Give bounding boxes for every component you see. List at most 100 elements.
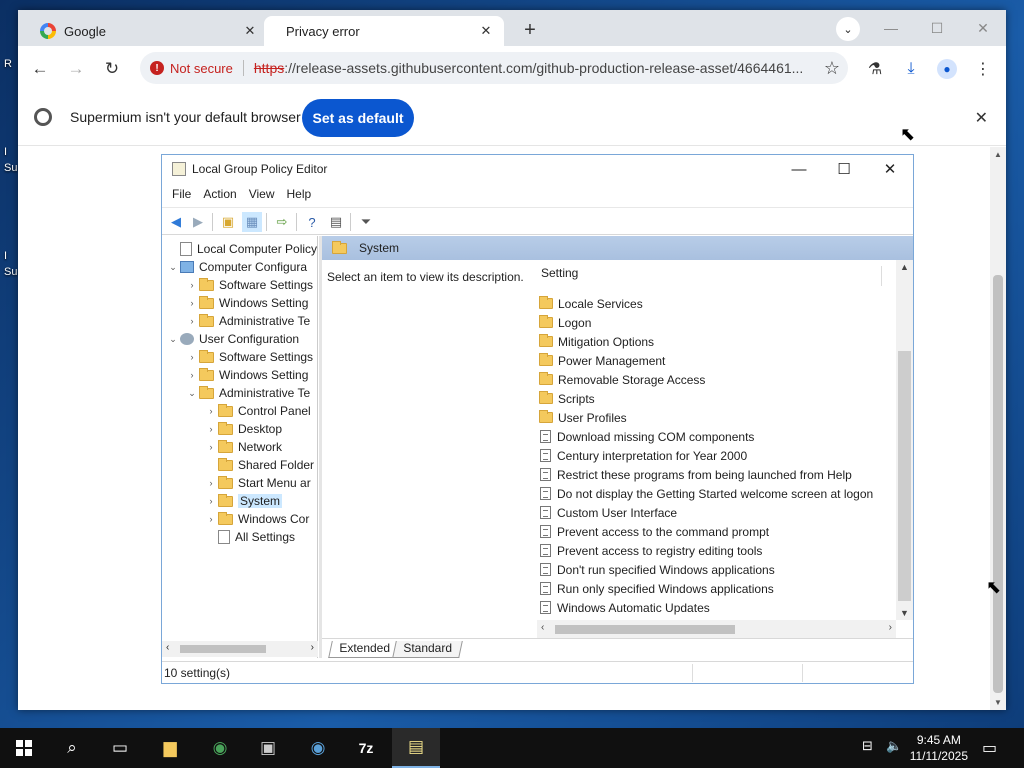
start-button[interactable] bbox=[0, 728, 48, 768]
back-button[interactable]: ← bbox=[27, 56, 53, 82]
browser-icon[interactable]: ◉ bbox=[294, 728, 342, 768]
settings-folder-item[interactable]: Locale Services bbox=[539, 294, 643, 313]
settings-folder-item[interactable]: Removable Storage Access bbox=[539, 370, 705, 389]
tree-node[interactable]: › Windows Setting bbox=[185, 366, 308, 384]
chevron-right-icon[interactable]: › bbox=[185, 280, 199, 290]
forward-arrow-icon[interactable]: ▶ bbox=[188, 212, 208, 232]
address-bar[interactable]: ! Not secure https ://release-assets.git… bbox=[140, 52, 848, 84]
close-window-button[interactable]: ✕ bbox=[968, 16, 998, 40]
up-folder-icon[interactable]: ▣ bbox=[218, 212, 238, 232]
menu-kebab-icon[interactable]: ⋮ bbox=[970, 56, 996, 82]
tab-search-button[interactable]: ⌄ bbox=[836, 17, 860, 41]
tree-horizontal-scrollbar[interactable]: ‹ › bbox=[162, 641, 318, 657]
terminal-icon[interactable]: ▣ bbox=[244, 728, 292, 768]
chevron-right-icon[interactable]: › bbox=[204, 406, 218, 416]
scrollbar-thumb[interactable] bbox=[993, 275, 1003, 693]
chevron-right-icon[interactable]: › bbox=[204, 496, 218, 506]
help-icon[interactable]: ? bbox=[302, 212, 322, 232]
tree-node[interactable]: Local Computer Policy bbox=[166, 240, 317, 258]
show-hide-tree-icon[interactable]: ▦ bbox=[242, 212, 262, 232]
network-icon[interactable]: ⊟ bbox=[862, 738, 873, 754]
gpedit-close-button[interactable]: ✕ bbox=[870, 158, 910, 180]
scrollbar-thumb[interactable] bbox=[180, 645, 266, 653]
not-secure-chip[interactable]: Not secure bbox=[170, 61, 233, 76]
list-horizontal-scrollbar[interactable]: ‹ › bbox=[537, 620, 896, 638]
reload-button[interactable]: ↻ bbox=[99, 56, 125, 82]
policy-setting-item[interactable]: Run only specified Windows applications bbox=[539, 579, 774, 598]
tree-node[interactable]: Shared Folder bbox=[204, 456, 314, 474]
tree-node[interactable]: › Software Settings bbox=[185, 348, 313, 366]
tree-node[interactable]: › Windows Setting bbox=[185, 294, 308, 312]
tree-node[interactable]: › Start Menu ar bbox=[204, 474, 311, 492]
chevron-down-icon[interactable]: ⌄ bbox=[166, 334, 180, 345]
chevron-right-icon[interactable]: › bbox=[204, 478, 218, 488]
maximize-button[interactable]: ☐ bbox=[922, 16, 952, 40]
policy-tree[interactable]: Local Computer Policy ⌄ Computer Configura… bbox=[162, 236, 318, 658]
bookmark-star-icon[interactable]: ☆ bbox=[824, 58, 840, 79]
chevron-right-icon[interactable]: › bbox=[185, 352, 199, 362]
policy-setting-item[interactable]: Prevent access to the command prompt bbox=[539, 522, 769, 541]
tree-node[interactable]: All Settings bbox=[204, 528, 295, 546]
scroll-right-icon[interactable]: › bbox=[311, 642, 314, 653]
menu-file[interactable]: File bbox=[166, 183, 197, 207]
menu-action[interactable]: Action bbox=[197, 183, 242, 207]
tree-node[interactable]: › System bbox=[204, 492, 283, 510]
forward-button[interactable]: → bbox=[63, 56, 89, 82]
tab-extended[interactable]: Extended bbox=[328, 641, 401, 658]
file-explorer-icon[interactable]: ▆ bbox=[146, 728, 194, 768]
task-view-icon[interactable]: ▭ bbox=[96, 728, 144, 768]
scroll-up-icon[interactable]: ▲ bbox=[896, 262, 913, 272]
gpedit-minimize-button[interactable]: — bbox=[779, 158, 819, 180]
policy-setting-item[interactable]: Prevent access to registry editing tools bbox=[539, 541, 762, 560]
scroll-down-icon[interactable]: ▼ bbox=[990, 698, 1006, 707]
scrollbar-thumb[interactable] bbox=[898, 351, 911, 601]
minimize-button[interactable]: — bbox=[876, 16, 906, 40]
column-header-setting[interactable]: Setting bbox=[537, 266, 882, 286]
download-icon[interactable]: ⤓ bbox=[898, 56, 924, 82]
settings-folder-item[interactable]: Mitigation Options bbox=[539, 332, 654, 351]
tree-node[interactable]: › Administrative Te bbox=[185, 312, 310, 330]
chevron-right-icon[interactable]: › bbox=[204, 514, 218, 524]
list-vertical-scrollbar[interactable]: ▲ ▼ bbox=[896, 260, 913, 620]
labs-flask-icon[interactable]: ⚗ bbox=[862, 56, 888, 82]
system-clock[interactable]: 9:45 AM 11/11/2025 bbox=[910, 732, 968, 764]
menu-help[interactable]: Help bbox=[281, 183, 318, 207]
policy-setting-item[interactable]: Don't run specified Windows applications bbox=[539, 560, 775, 579]
scroll-left-icon[interactable]: ‹ bbox=[166, 642, 169, 653]
tree-node[interactable]: › Desktop bbox=[204, 420, 282, 438]
tree-node[interactable]: ⌄ Computer Configura bbox=[166, 258, 307, 276]
export-list-icon[interactable]: ⇨ bbox=[272, 212, 292, 232]
close-tab-icon[interactable]: ✕ bbox=[478, 23, 494, 39]
new-tab-button[interactable]: + bbox=[518, 18, 542, 42]
tree-node[interactable]: › Software Settings bbox=[185, 276, 313, 294]
7zip-icon[interactable]: 7z bbox=[342, 728, 390, 768]
back-arrow-icon[interactable]: ◀ bbox=[166, 212, 186, 232]
settings-folder-item[interactable]: Logon bbox=[539, 313, 591, 332]
scroll-up-icon[interactable]: ▲ bbox=[990, 150, 1006, 159]
tree-node[interactable]: › Windows Cor bbox=[204, 510, 309, 528]
search-icon[interactable]: ⌕ bbox=[48, 728, 96, 768]
tree-node[interactable]: › Control Panel bbox=[204, 402, 311, 420]
settings-list[interactable]: Setting Locale Services Logon Mitigation O… bbox=[537, 260, 913, 620]
properties-icon[interactable]: ▤ bbox=[326, 212, 346, 232]
chevron-right-icon[interactable]: › bbox=[204, 424, 218, 434]
chevron-right-icon[interactable]: › bbox=[185, 370, 199, 380]
page-vertical-scrollbar[interactable]: ▲ ▼ bbox=[990, 147, 1006, 710]
set-as-default-button[interactable]: Set as default bbox=[302, 99, 414, 137]
chevron-down-icon[interactable]: ⌄ bbox=[166, 262, 180, 273]
policy-setting-item[interactable]: Windows Automatic Updates bbox=[539, 598, 710, 617]
settings-folder-item[interactable]: Scripts bbox=[539, 389, 595, 408]
tab-privacy-error[interactable]: Privacy error ✕ bbox=[264, 16, 504, 46]
tree-node[interactable]: › Network bbox=[204, 438, 282, 456]
settings-folder-item[interactable]: User Profiles bbox=[539, 408, 627, 427]
scroll-left-icon[interactable]: ‹ bbox=[541, 622, 544, 633]
policy-setting-item[interactable]: Century interpretation for Year 2000 bbox=[539, 446, 747, 465]
notifications-icon[interactable]: ▭ bbox=[982, 738, 997, 758]
tree-node[interactable]: ⌄ Administrative Te bbox=[185, 384, 310, 402]
tree-node[interactable]: ⌄ User Configuration bbox=[166, 330, 299, 348]
policy-setting-item[interactable]: Restrict these programs from being launc… bbox=[539, 465, 852, 484]
policy-setting-item[interactable]: Do not display the Getting Started welco… bbox=[539, 484, 873, 503]
scroll-down-icon[interactable]: ▼ bbox=[896, 608, 913, 618]
close-infobar-icon[interactable]: ✕ bbox=[975, 108, 988, 128]
tab-google[interactable]: Google ✕ bbox=[30, 16, 268, 46]
